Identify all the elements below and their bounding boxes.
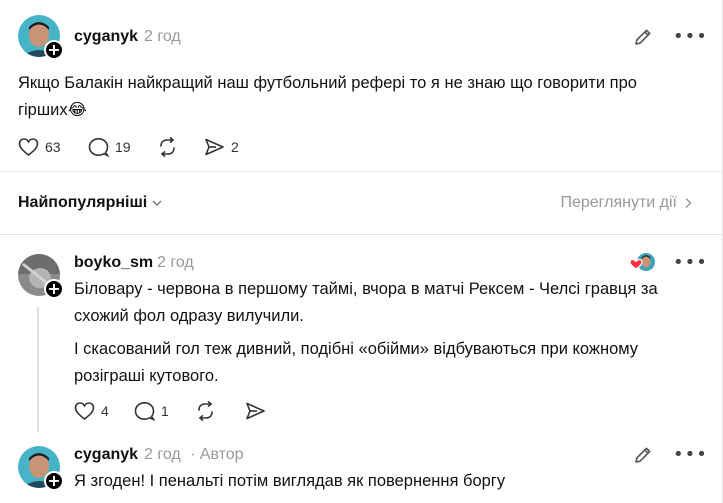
view-activity-label: Переглянути дії (560, 194, 677, 211)
divider (0, 171, 722, 172)
share-button[interactable] (245, 401, 266, 421)
post-avatar[interactable]: + (18, 15, 64, 60)
repost-button[interactable] (195, 401, 216, 421)
post-time[interactable]: 2 год (144, 28, 181, 46)
chevron-down-icon (152, 200, 162, 206)
comment-time[interactable]: 2 год (157, 254, 194, 272)
pencil-icon[interactable] (632, 444, 654, 466)
like-button[interactable]: 4 (74, 401, 109, 421)
reply-text: Я згоден! І пенальті потім виглядав як п… (74, 472, 506, 490)
divider (0, 234, 722, 235)
liked-by-author-icon (628, 252, 658, 272)
post-text: Якщо Балакін найкращий наш футбольний ре… (18, 74, 637, 119)
follow-plus-icon[interactable]: + (44, 40, 64, 60)
view-activity-link[interactable]: Переглянути дії (560, 194, 693, 212)
post-author[interactable]: cyganyk (74, 28, 138, 46)
comment-text-paragraph: Біловару - червона в першому таймі, вчор… (74, 280, 658, 325)
reply-avatar[interactable]: + (18, 446, 64, 491)
chevron-right-icon (685, 197, 692, 209)
more-icon[interactable]: ••• (673, 26, 708, 47)
thread-line (37, 307, 39, 432)
reply-author[interactable]: cyganyk (74, 446, 138, 464)
reply-count: 19 (115, 139, 131, 155)
comment-avatar[interactable]: + (18, 254, 64, 299)
comment-text-paragraph: І скасований гол теж дивний, подібні «об… (74, 340, 639, 385)
author-tag: · Автор (190, 446, 244, 463)
sort-dropdown[interactable]: Найпопулярніші (18, 194, 163, 212)
follow-plus-icon[interactable]: + (44, 471, 64, 491)
follow-plus-icon[interactable]: + (44, 279, 64, 299)
like-count: 4 (101, 403, 109, 419)
reply-time[interactable]: 2 год (144, 446, 181, 464)
pencil-icon[interactable] (632, 26, 654, 48)
reply-button[interactable]: 19 (88, 137, 131, 157)
more-icon[interactable]: ••• (673, 252, 708, 273)
comment-author[interactable]: boyko_sm (74, 254, 153, 272)
more-icon[interactable]: ••• (673, 444, 708, 465)
sort-label: Найпопулярніші (18, 194, 148, 211)
like-button[interactable]: 63 (18, 137, 61, 157)
reply-button[interactable]: 1 (134, 401, 169, 421)
like-count: 63 (45, 139, 61, 155)
share-count: 2 (231, 139, 239, 155)
reply-count: 1 (161, 403, 169, 419)
share-button[interactable]: 2 (204, 137, 239, 157)
repost-button[interactable] (157, 137, 178, 157)
